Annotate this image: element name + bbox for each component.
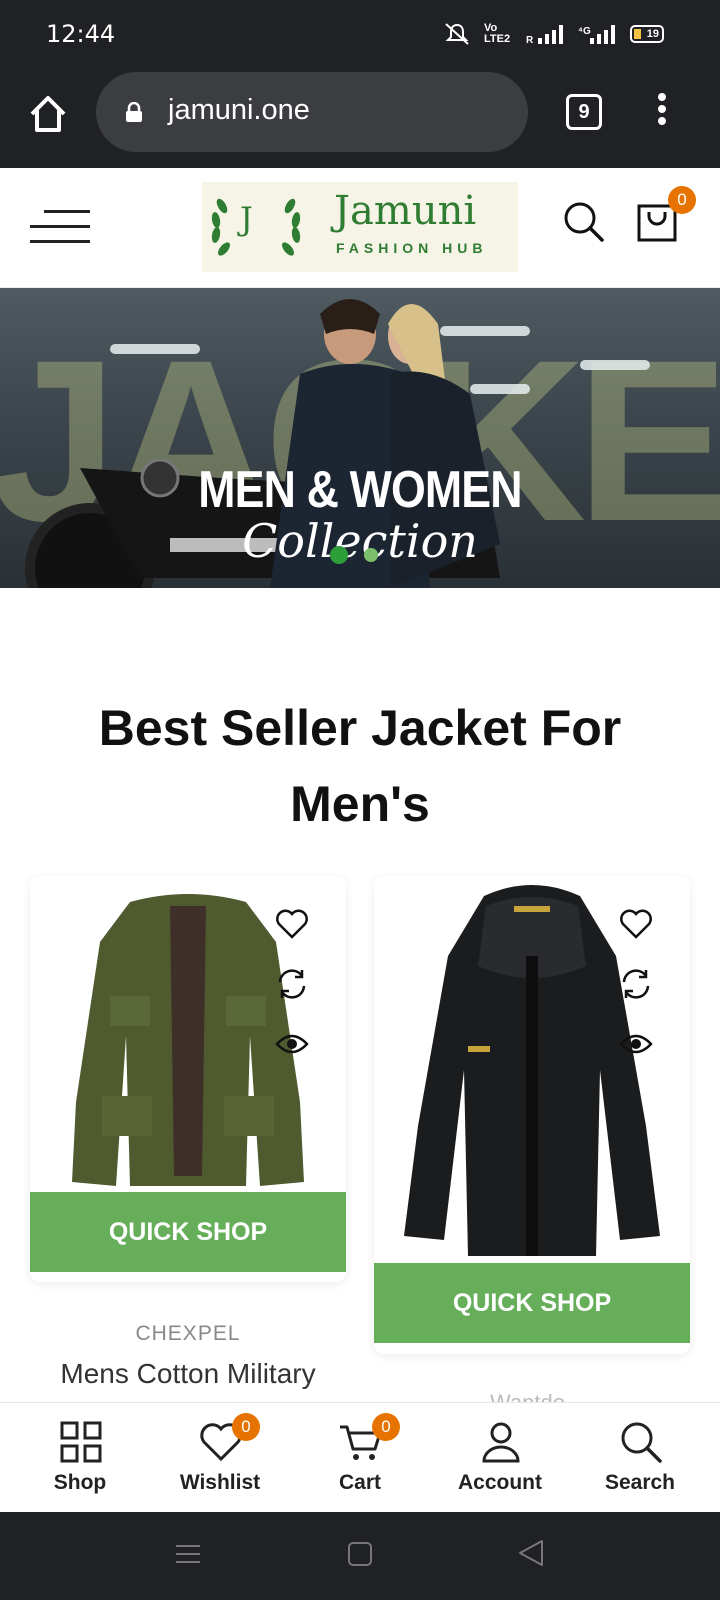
- hero-heading: MEN & WOMEN: [198, 461, 522, 519]
- overflow-menu-icon[interactable]: [654, 90, 670, 130]
- nav-cart-label: Cart: [338, 1471, 381, 1494]
- header-cart-button[interactable]: 0: [636, 186, 696, 244]
- battery-icon: 19: [630, 25, 664, 43]
- wishlist-badge: 0: [232, 1413, 260, 1441]
- cart-badge: 0: [372, 1413, 400, 1441]
- status-time: 12:44: [46, 20, 116, 48]
- compare-icon[interactable]: [618, 966, 654, 1002]
- status-icons: Vo LTE2 R ⁴G 19: [442, 22, 664, 46]
- nav-wishlist-label: Wishlist: [179, 1471, 261, 1494]
- product-card[interactable]: QUICK SHOP: [30, 876, 346, 1282]
- back-triangle-icon[interactable]: [516, 1538, 546, 1568]
- home-icon[interactable]: [26, 92, 70, 136]
- nav-account[interactable]: Account: [430, 1403, 570, 1513]
- header-cart-badge: 0: [668, 186, 696, 214]
- search-icon: [621, 1422, 662, 1463]
- compare-icon[interactable]: [274, 966, 310, 1002]
- quick-view-eye-icon[interactable]: [618, 1026, 654, 1062]
- logo-tagline: FASHION HUB: [336, 240, 488, 256]
- nav-search-label: Search: [604, 1471, 676, 1494]
- site-logo[interactable]: J Jamuni FASHION HUB: [202, 182, 518, 272]
- slider-dot[interactable]: [364, 548, 378, 562]
- logo-name: Jamuni: [334, 188, 477, 234]
- nav-account-label: Account: [458, 1471, 542, 1494]
- quick-shop-button[interactable]: QUICK SHOP: [30, 1192, 346, 1272]
- status-bar: 12:44 Vo LTE2 R ⁴G 19: [0, 0, 720, 70]
- svg-text:⁴G: ⁴G: [578, 26, 591, 37]
- system-navigation-bar: [0, 1512, 720, 1600]
- quick-shop-button[interactable]: QUICK SHOP: [374, 1263, 690, 1343]
- battery-level: 19: [646, 28, 659, 40]
- browser-toolbar: jamuni.one 9: [0, 70, 720, 168]
- wishlist-heart-icon[interactable]: [274, 906, 310, 942]
- logo-letter: J: [240, 200, 253, 238]
- volte-label: Vo LTE2: [484, 22, 511, 45]
- hamburger-menu-icon[interactable]: [30, 210, 90, 244]
- site-header: J Jamuni FASHION HUB 0: [0, 168, 720, 288]
- laurel-icon: [211, 198, 301, 256]
- nav-cart[interactable]: 0 Cart: [290, 1403, 430, 1513]
- grid-icon: [60, 1421, 102, 1463]
- search-icon[interactable]: [560, 198, 608, 246]
- nav-wishlist[interactable]: 0 Wishlist: [150, 1403, 290, 1513]
- signal-icon: R: [526, 25, 563, 45]
- product-name[interactable]: Mens Cotton Military: [30, 1358, 346, 1390]
- product-brand: CHEXPEL: [135, 1322, 241, 1345]
- bottom-navigation: Shop 0 Wishlist 0 Cart Account Search: [0, 1402, 720, 1512]
- 4g-signal-icon: ⁴G: [578, 25, 615, 44]
- hero-banner[interactable]: JACKETS MEN & WOMEN Collection: [0, 288, 720, 588]
- nav-search[interactable]: Search: [570, 1403, 710, 1513]
- recent-apps-icon[interactable]: [174, 1540, 202, 1568]
- lock-icon: [126, 102, 142, 122]
- mute-bell-icon: [445, 23, 469, 45]
- address-bar[interactable]: jamuni.one: [96, 72, 528, 152]
- nav-shop-label: Shop: [53, 1471, 107, 1494]
- home-square-icon[interactable]: [346, 1540, 374, 1568]
- slider-dot-active[interactable]: [330, 546, 348, 564]
- nav-shop[interactable]: Shop: [10, 1403, 150, 1513]
- section-title: Best Seller Jacket For Men's: [98, 700, 622, 832]
- user-icon: [482, 1422, 520, 1463]
- tab-switcher-button[interactable]: 9: [566, 94, 602, 130]
- quick-view-eye-icon[interactable]: [274, 1026, 310, 1062]
- wishlist-heart-icon[interactable]: [618, 906, 654, 942]
- url-text: jamuni.one: [168, 94, 310, 126]
- product-card[interactable]: QUICK SHOP: [374, 876, 690, 1354]
- svg-text:R: R: [526, 35, 534, 45]
- slider-dots: [330, 546, 378, 564]
